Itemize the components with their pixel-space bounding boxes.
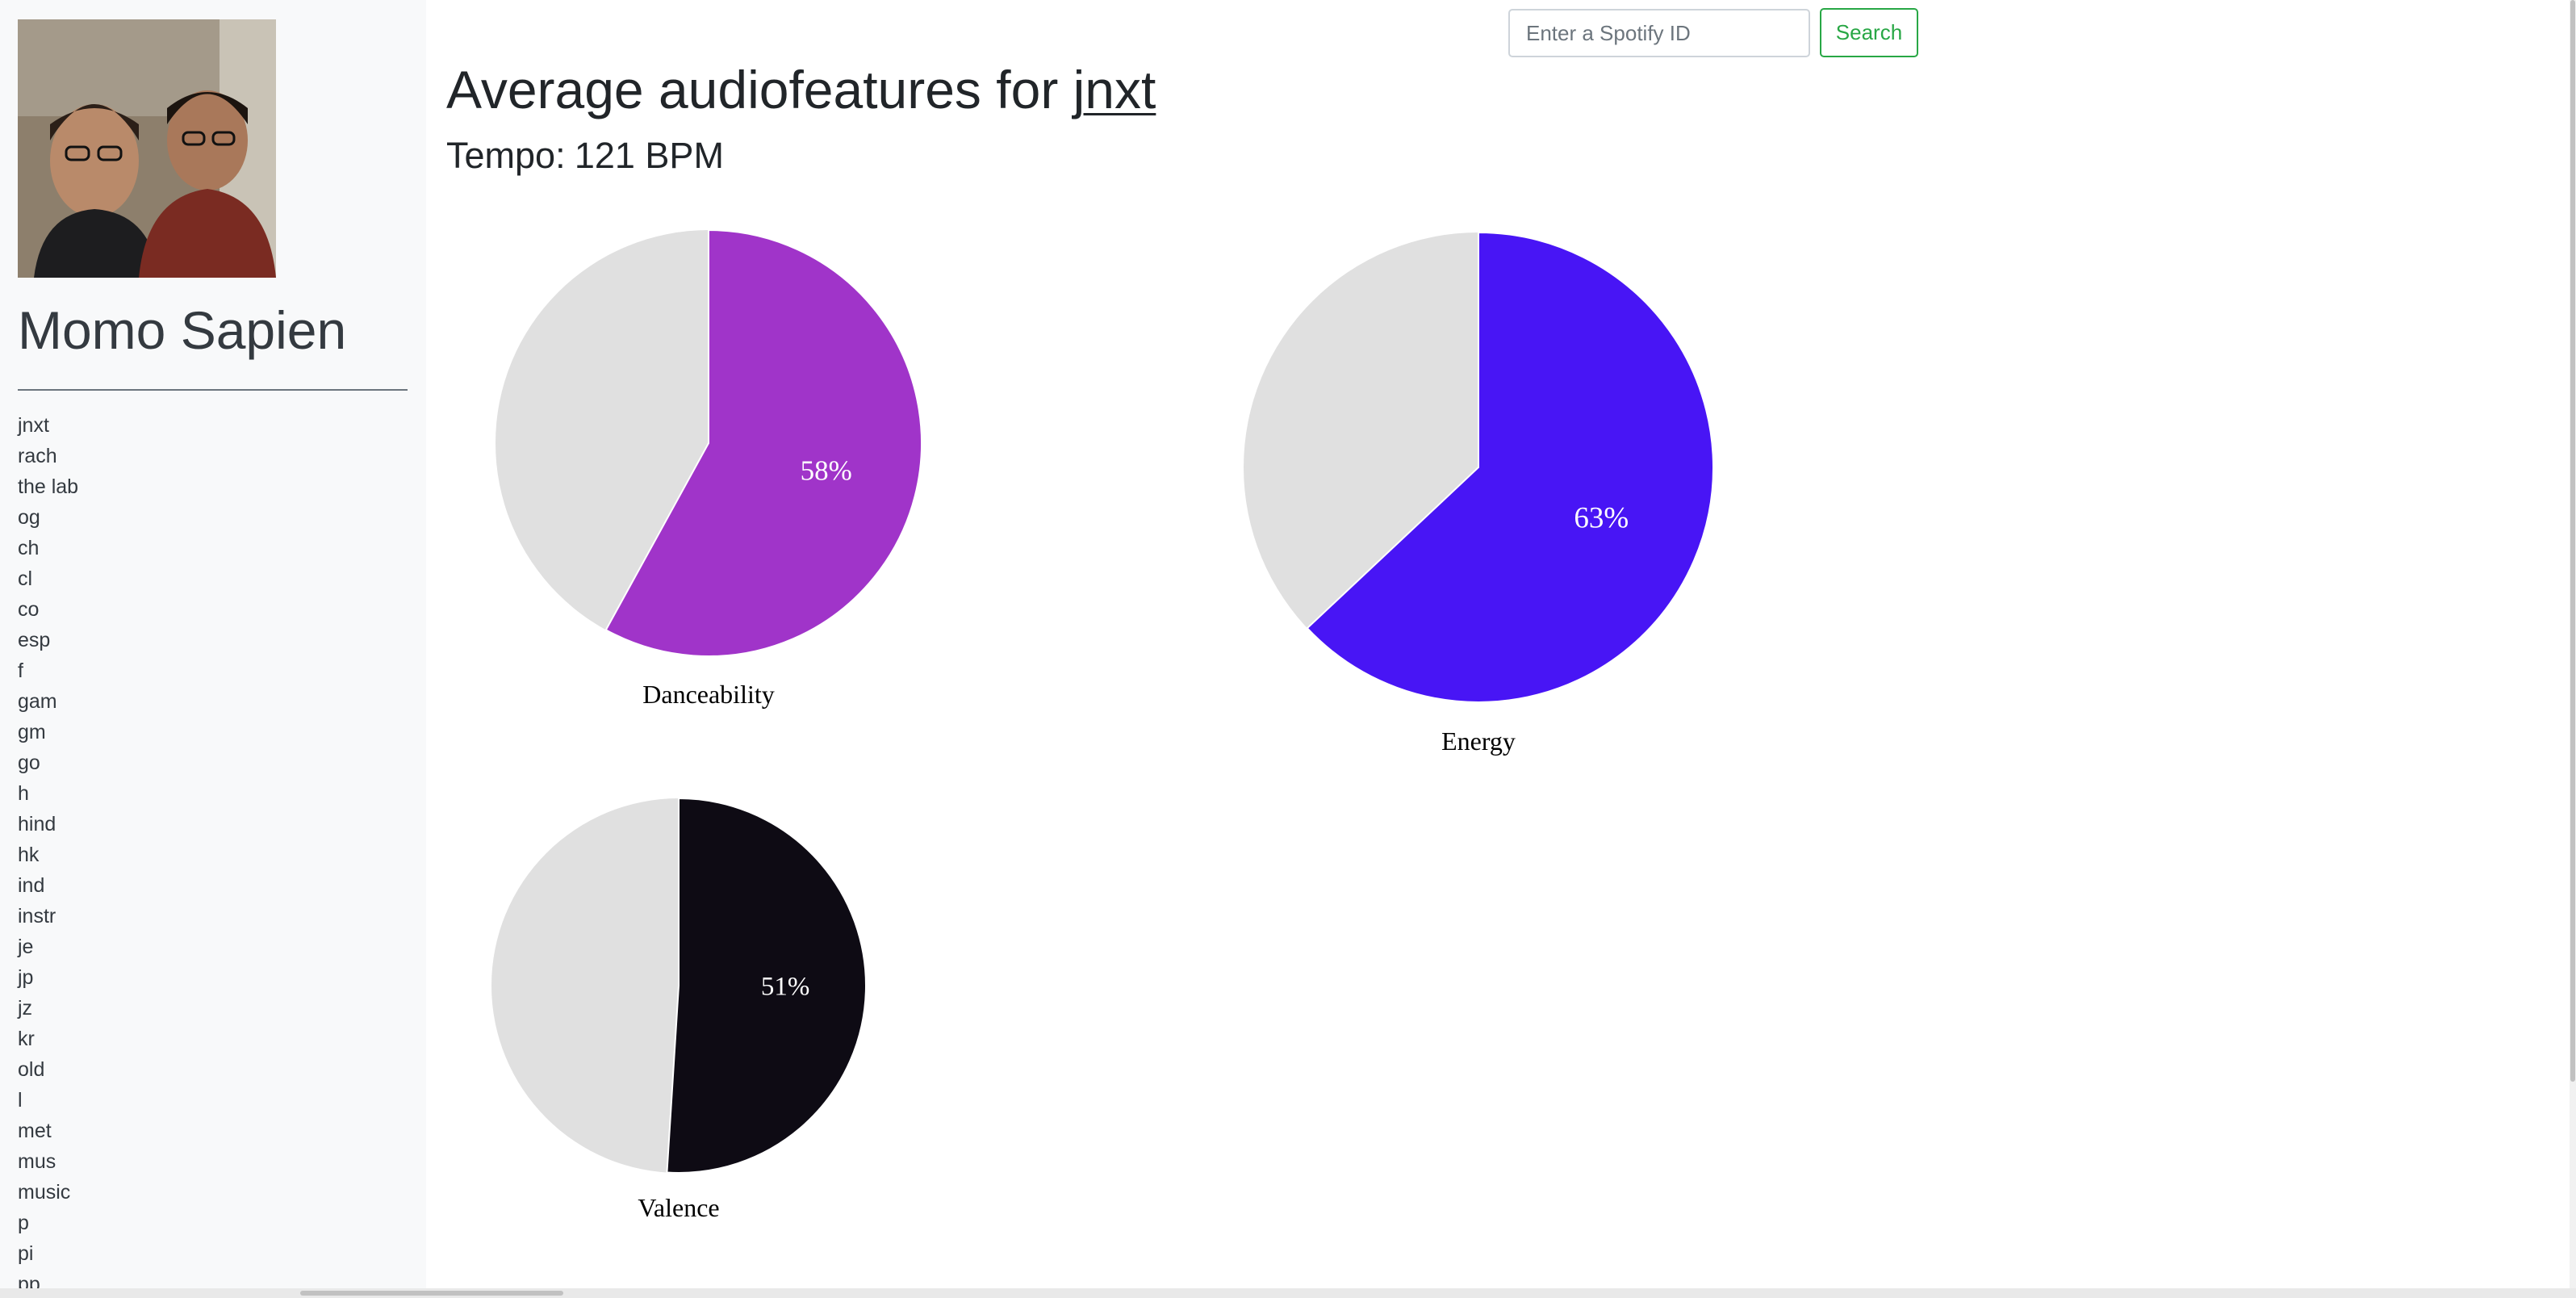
audio-feature-charts: 58% Danceability 63% Energy 51% Valence bbox=[491, 228, 1714, 1222]
valence-percent-label: 51% bbox=[761, 973, 810, 1002]
valence-pie-chart: 51% Valence bbox=[491, 797, 868, 1222]
energy-chart-title: Energy bbox=[1441, 726, 1516, 756]
danceability-percent-label: 58% bbox=[801, 454, 852, 486]
valence-chart-title: Valence bbox=[638, 1193, 719, 1222]
danceability-chart-title: Danceability bbox=[642, 680, 774, 709]
danceability-pie-chart: 58% Danceability bbox=[496, 228, 922, 709]
vertical-scrollbar-thumb[interactable] bbox=[2570, 0, 2575, 1082]
energy-percent-label: 63% bbox=[1574, 501, 1629, 534]
horizontal-scrollbar-thumb[interactable] bbox=[300, 1291, 563, 1296]
energy-pie-chart: 63% Energy bbox=[1244, 231, 1714, 756]
